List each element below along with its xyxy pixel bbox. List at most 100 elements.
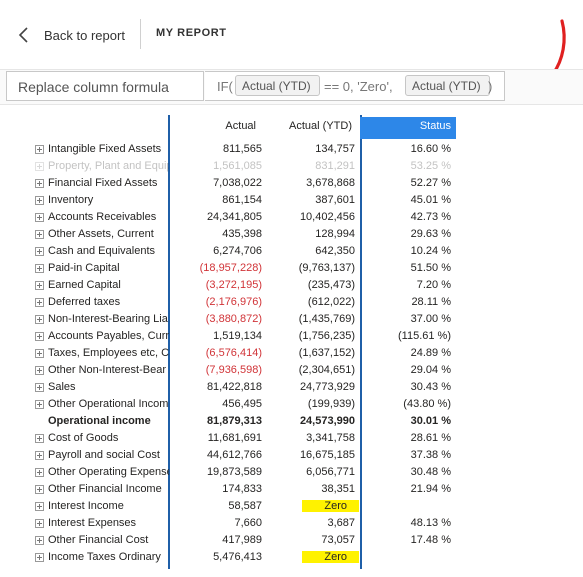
expand-icon[interactable] — [35, 196, 44, 205]
cell-actual-ytd: (235,473) — [264, 279, 355, 291]
table-row[interactable]: Paid-in Capital (18,957,228) (9,763,137) 51… — [24, 260, 456, 277]
cell-status: 24.89 % — [410, 347, 451, 359]
cell-actual-ytd: (1,756,235) — [264, 330, 355, 342]
row-label: Income Taxes Ordinary — [48, 551, 161, 563]
row-label: Cost of Goods — [48, 432, 119, 444]
cell-actual: 24,341,805 — [206, 211, 262, 223]
row-label: Financial Fixed Assets — [48, 177, 158, 189]
table-row[interactable]: Other Financial Cost 417,989 73,057 17.48 % — [24, 532, 456, 549]
table-row[interactable]: Income Taxes Ordinary 5,476,413 Zero — [24, 549, 456, 566]
expand-icon[interactable] — [35, 247, 44, 256]
expand-icon[interactable] — [35, 213, 44, 222]
cell-status: 21.94 % — [410, 483, 451, 495]
expand-icon[interactable] — [35, 553, 44, 562]
cell-value: 16,675,185 — [299, 449, 355, 461]
expand-icon[interactable] — [35, 519, 44, 528]
expand-icon[interactable] — [35, 451, 44, 460]
cell-status: 52.27 % — [410, 177, 451, 189]
table-row[interactable]: Non-Interest-Bearing Lia (3,880,872) (1,43… — [24, 311, 456, 328]
table-row[interactable]: Other Non-Interest-Bear (7,936,598) (2,304… — [24, 362, 456, 379]
cell-value: 10,402,456 — [299, 211, 355, 223]
row-label: Other Financial Cost — [48, 534, 149, 546]
row-label: Operational income — [48, 415, 151, 427]
expand-icon[interactable] — [35, 315, 44, 324]
table-row[interactable]: Financial Fixed Assets 7,038,022 3,678,868… — [24, 175, 456, 192]
expand-icon[interactable] — [35, 162, 44, 171]
expand-icon[interactable] — [35, 468, 44, 477]
cell-actual: 19,873,589 — [206, 466, 262, 478]
table-row[interactable]: Property, Plant and Equip 1,561,085 831,29… — [24, 158, 456, 175]
formula-column-chip[interactable]: Actual (YTD) — [235, 75, 320, 96]
table-row[interactable]: Earned Capital (3,272,195) (235,473) 7.20 % — [24, 277, 456, 294]
cell-actual-ytd: (199,939) — [264, 398, 355, 410]
expand-icon[interactable] — [35, 332, 44, 341]
expand-icon[interactable] — [35, 536, 44, 545]
cell-actual: 861,154 — [222, 194, 262, 206]
expand-icon[interactable] — [35, 145, 44, 154]
cell-value: 128,994 — [315, 228, 355, 240]
table-row[interactable]: Other Assets, Current 435,398 128,994 29.63… — [24, 226, 456, 243]
cell-actual: (2,176,976) — [205, 296, 262, 308]
table-row[interactable]: Intangible Fixed Assets 811,565 134,757 16.… — [24, 141, 456, 158]
table-row[interactable]: Sales 81,422,818 24,773,929 30.43 % — [24, 379, 456, 396]
table-row[interactable]: Other Financial Income 174,833 38,351 21.94… — [24, 481, 456, 498]
expand-icon[interactable] — [35, 349, 44, 358]
cell-actual-ytd: 387,601 — [264, 194, 355, 206]
expand-icon[interactable] — [35, 366, 44, 375]
expand-icon[interactable] — [35, 179, 44, 188]
table-row[interactable]: Deferred taxes (2,176,976) (612,022) 28.11 … — [24, 294, 456, 311]
table-row[interactable]: Inventory 861,154 387,601 45.01 % — [24, 192, 456, 209]
top-bar: Back to report MY REPORT — [0, 0, 583, 68]
expand-icon[interactable] — [35, 281, 44, 290]
table-row[interactable]: Interest Expenses 7,660 3,687 48.13 % — [24, 515, 456, 532]
cell-value: (1,637,152) — [298, 347, 355, 359]
cell-actual-ytd: (9,763,137) — [264, 262, 355, 274]
expand-icon[interactable] — [35, 298, 44, 307]
zero-highlight: Zero — [302, 551, 359, 563]
report-title: MY REPORT — [156, 27, 227, 39]
table-row[interactable]: Payroll and social Cost 44,612,766 16,675,… — [24, 447, 456, 464]
table-row[interactable]: Operational income 81,879,313 24,573,990 30… — [24, 413, 456, 430]
table-row[interactable]: Cost of Goods 11,681,691 3,341,758 28.61 % — [24, 430, 456, 447]
cell-actual-ytd: 3,687 — [264, 517, 355, 529]
column-header-status[interactable]: Status — [360, 117, 456, 139]
row-label: Taxes, Employees etc, Cu — [48, 347, 169, 359]
expand-icon[interactable] — [35, 230, 44, 239]
table-row[interactable]: Other Operating Expense 19,873,589 6,056,7… — [24, 464, 456, 481]
cell-status: 42.73 % — [410, 211, 451, 223]
row-label: Earned Capital — [48, 279, 121, 291]
table-row[interactable]: Accounts Payables, Curre 1,519,134 (1,756,… — [24, 328, 456, 345]
cell-actual-ytd: 38,351 — [264, 483, 355, 495]
cell-actual: 174,833 — [222, 483, 262, 495]
table-row[interactable]: Other Operational Incom 456,495 (199,939) (… — [24, 396, 456, 413]
expand-icon[interactable] — [35, 264, 44, 273]
column-header-actual[interactable]: Actual — [170, 117, 262, 139]
cell-status: 45.01 % — [410, 194, 451, 206]
chevron-left-icon[interactable] — [16, 26, 34, 44]
formula-column-chip[interactable]: Actual (YTD) — [405, 75, 490, 96]
back-to-report-link[interactable]: Back to report — [44, 28, 125, 43]
expand-icon[interactable] — [35, 400, 44, 409]
column-header-actual-ytd[interactable]: Actual (YTD) — [264, 117, 358, 139]
table-row[interactable]: Cash and Equivalents 6,274,706 642,350 10.2… — [24, 243, 456, 260]
cell-actual-ytd: 134,757 — [264, 143, 355, 155]
cell-actual: (3,880,872) — [205, 313, 262, 325]
expand-icon[interactable] — [35, 485, 44, 494]
table-row[interactable]: Interest Income 58,587 Zero — [24, 498, 456, 515]
table-row[interactable]: Taxes, Employees etc, Cu (6,576,414) (1,63… — [24, 345, 456, 362]
row-label: Sales — [48, 381, 76, 393]
expand-icon[interactable] — [35, 434, 44, 443]
cell-actual-ytd: (1,637,152) — [264, 347, 355, 359]
cell-value: 6,056,771 — [306, 466, 355, 478]
cell-value: (2,304,651) — [298, 364, 355, 376]
table-row[interactable]: Accounts Receivables 24,341,805 10,402,456… — [24, 209, 456, 226]
cell-actual-ytd: 3,678,868 — [264, 177, 355, 189]
row-label: Property, Plant and Equip — [48, 160, 169, 172]
cell-actual-ytd: Zero — [264, 500, 359, 512]
expand-icon[interactable] — [35, 383, 44, 392]
cell-value: 3,678,868 — [306, 177, 355, 189]
cell-actual-ytd: 73,057 — [264, 534, 355, 546]
expand-icon[interactable] — [35, 502, 44, 511]
cell-status: 28.61 % — [410, 432, 451, 444]
row-label: Other Non-Interest-Bear — [48, 364, 166, 376]
